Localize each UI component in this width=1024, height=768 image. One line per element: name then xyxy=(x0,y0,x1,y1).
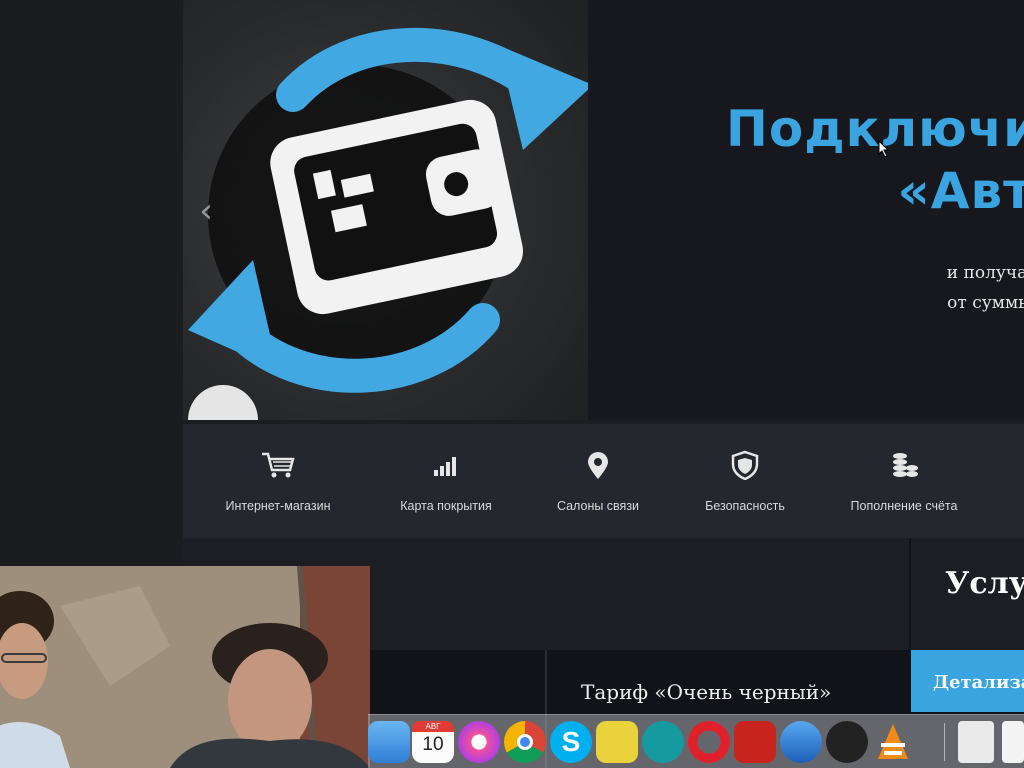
banner-subtitle-line-3: в с xyxy=(947,318,1024,348)
banner-title: Подключите «Автоп xyxy=(726,98,1024,222)
banner-title-line-2: «Автоп xyxy=(897,162,1024,220)
services-title: Услу xyxy=(945,566,1024,601)
quick-nav-bar: Интернет-магазин Карта покрытия Салоны с… xyxy=(183,424,1024,538)
vlc-icon[interactable] xyxy=(872,721,914,763)
webcam-overlay xyxy=(0,566,370,768)
banner-subtitle: и получайте де от суммы кажд в с xyxy=(947,258,1024,348)
nav-item-coverage-map[interactable]: Карта покрытия xyxy=(371,424,521,538)
banner-subtitle-line-1: и получайте де xyxy=(946,263,1024,283)
nav-label: Интернет-магазин xyxy=(225,499,331,513)
tariff-name[interactable]: Тариф «Очень черный» xyxy=(581,680,831,704)
section-divider xyxy=(909,538,911,650)
signal-bars-icon xyxy=(434,457,456,476)
nav-label: Карта покрытия xyxy=(400,499,492,513)
banner-text-panel: Подключите «Автоп и получайте де от сумм… xyxy=(588,58,1024,420)
webcam-video-frame xyxy=(0,566,370,768)
banner-title-line-1: Подключите xyxy=(726,100,1024,158)
calendar-day: 10 xyxy=(422,734,444,755)
nav-item-top-up[interactable]: Пополнение счёта xyxy=(829,424,979,538)
dock-separator xyxy=(944,723,945,761)
trash-icon[interactable] xyxy=(1002,721,1024,763)
wallet-refresh-graphic xyxy=(188,27,588,420)
nav-label: Салоны связи xyxy=(556,499,640,513)
left-gutter xyxy=(0,0,183,568)
banner-subtitle-line-2: от суммы кажд xyxy=(947,293,1024,313)
finder-icon[interactable] xyxy=(368,721,410,763)
pdf-reader-icon[interactable] xyxy=(734,721,776,763)
mouse-cursor-icon xyxy=(876,139,890,163)
itunes-icon[interactable] xyxy=(458,721,500,763)
map-pin-icon xyxy=(588,452,608,479)
screen: ‹ Подключите «Автоп и получайте де от су… xyxy=(0,0,1024,768)
obs-icon[interactable] xyxy=(826,721,868,763)
macos-dock: АВГ 10 S xyxy=(368,714,1024,768)
chrome-center xyxy=(517,734,533,750)
wunderlist-icon[interactable] xyxy=(596,721,638,763)
autopay-illustration xyxy=(183,0,588,420)
calendar-month: АВГ xyxy=(412,721,454,732)
promo-banner[interactable]: ‹ Подключите «Автоп и получайте де от су… xyxy=(183,0,1024,420)
opera-icon[interactable] xyxy=(688,721,730,763)
chrome-icon[interactable] xyxy=(504,721,546,763)
nav-item-security[interactable]: Безопасность xyxy=(670,424,820,538)
arduino-icon[interactable] xyxy=(642,721,684,763)
nav-label: Безопасность xyxy=(705,499,785,513)
calendar-icon[interactable]: АВГ 10 xyxy=(412,721,454,763)
skype-icon[interactable]: S xyxy=(550,721,592,763)
carousel-prev-arrow[interactable]: ‹ xyxy=(193,192,219,230)
document-stack-icon[interactable] xyxy=(958,721,994,763)
shield-icon xyxy=(731,450,759,480)
details-button[interactable]: Детализа xyxy=(911,650,1024,712)
nav-item-online-store[interactable]: Интернет-магазин xyxy=(203,424,353,538)
cart-icon xyxy=(262,452,295,478)
mail-app-icon[interactable] xyxy=(780,721,822,763)
nav-label: Пополнение счёта xyxy=(850,499,958,513)
nav-item-stores[interactable]: Салоны связи xyxy=(523,424,673,538)
coins-icon xyxy=(893,453,918,477)
